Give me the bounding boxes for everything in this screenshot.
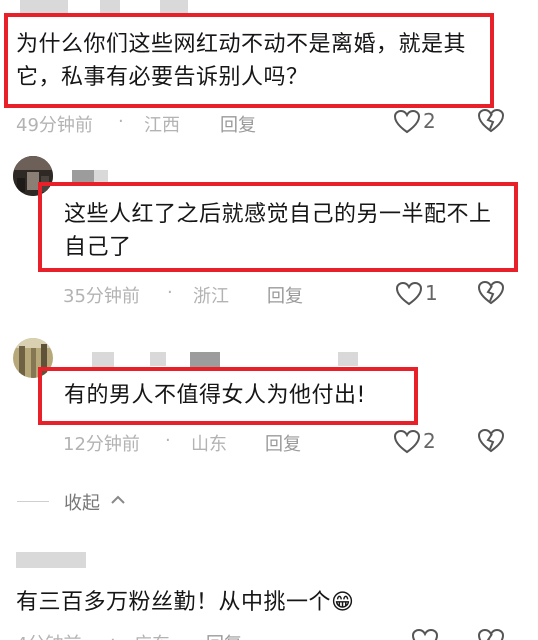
collapse-replies-button[interactable]: 收起 — [64, 489, 144, 515]
comment-time: 35分钟前 — [63, 286, 140, 307]
meta-separator: · — [118, 111, 124, 132]
like-count: 2 — [423, 429, 436, 453]
reply-button[interactable]: 回复 — [206, 630, 242, 640]
username-mosaic — [150, 352, 166, 366]
dislike-button[interactable] — [477, 108, 505, 136]
comment-text: 这些人红了之后就感觉自己的另一半配不上自己了 — [64, 202, 492, 260]
comment-text: 为什么你们这些网红动不动不是离婚，就是其它，私事有必要告诉别人吗？ — [16, 32, 467, 90]
comment-meta: 49分钟前 · 江西 回复 — [16, 111, 306, 137]
comment-time: 12分钟前 — [63, 434, 140, 455]
like-button[interactable]: 1 — [395, 280, 445, 308]
heart-outline-icon — [393, 109, 421, 134]
comment-meta: 35分钟前 · 浙江 回复 — [63, 282, 323, 308]
comment-location: 广东 — [134, 630, 170, 640]
heart-outline-icon — [411, 628, 439, 640]
broken-heart-icon — [477, 108, 505, 133]
reply-button[interactable]: 回复 — [265, 430, 301, 456]
comment-text: 有的男人不值得女人为他付出! — [64, 383, 366, 408]
broken-heart-icon — [477, 428, 505, 453]
username-mosaic — [20, 0, 68, 14]
heart-outline-icon — [393, 429, 421, 454]
meta-separator: · — [167, 282, 173, 303]
collapse-divider — [17, 501, 49, 502]
chevron-up-icon — [111, 495, 125, 504]
username-mosaic — [338, 352, 358, 366]
like-button[interactable]: 2 — [393, 428, 443, 456]
reply-button[interactable]: 回复 — [267, 282, 303, 308]
collapse-label: 收起 — [64, 493, 100, 514]
comment-location: 浙江 — [193, 286, 229, 307]
meta-separator: · — [165, 430, 171, 451]
broken-heart-icon — [477, 628, 505, 640]
meta-separator: · — [110, 630, 116, 640]
dislike-button[interactable] — [477, 428, 505, 456]
username-mosaic — [100, 0, 120, 14]
comment-meta: 12分钟前 · 山东 回复 — [63, 430, 323, 456]
like-count: 1 — [425, 281, 438, 305]
broken-heart-icon — [477, 280, 505, 305]
comment-text: 有三百多万粉丝勤！从中挑一个😁 — [16, 586, 516, 619]
dislike-button[interactable] — [477, 280, 505, 308]
username-mosaic — [92, 352, 114, 368]
comment-time: 49分钟前 — [16, 115, 93, 136]
comment-time: 4分钟前 — [16, 630, 81, 640]
comment-location: 江西 — [144, 115, 180, 136]
dislike-button[interactable] — [477, 628, 505, 640]
heart-outline-icon — [395, 281, 423, 306]
comment-meta: 4分钟前 · 广东 回复 — [16, 630, 306, 640]
like-button[interactable] — [411, 628, 439, 640]
reply-button[interactable]: 回复 — [220, 111, 256, 137]
like-count: 2 — [423, 109, 436, 133]
username-mosaic — [160, 0, 188, 14]
comment-location: 山东 — [191, 434, 227, 455]
like-button[interactable]: 2 — [393, 108, 443, 136]
username-mosaic — [16, 552, 86, 568]
comment-text-content: 有三百多万粉丝勤！从中挑一个😁 — [16, 590, 355, 615]
